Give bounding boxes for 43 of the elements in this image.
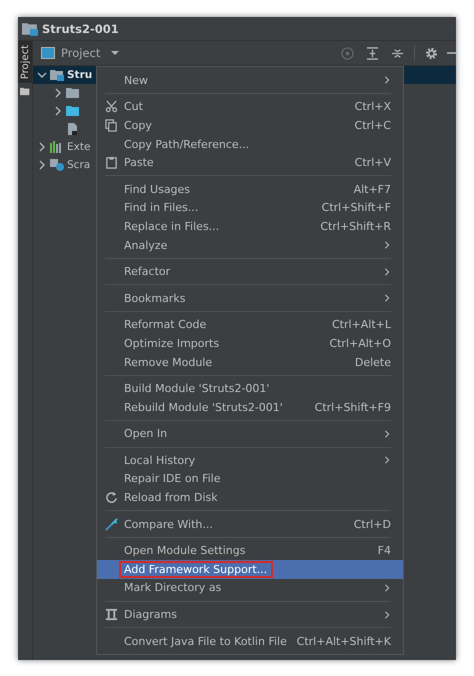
tree-label: Stru: [67, 69, 92, 81]
menu-label: Remove Module: [123, 356, 214, 369]
shortcut-label: Ctrl+Alt+L: [332, 318, 391, 332]
shortcut-label: Ctrl+Alt+Shift+K: [296, 634, 391, 648]
menu-label: Find Usages: [123, 182, 192, 196]
menu-label: Local History: [123, 454, 196, 467]
menu-label: Replace in Files...: [123, 220, 220, 233]
menu-label: Diagrams: [123, 608, 178, 622]
menu-label: Find in Files...: [123, 201, 200, 214]
shortcut-label: F4: [378, 544, 391, 558]
shortcut-label: Ctrl+Alt+O: [329, 336, 391, 350]
menu-label: Optimize Imports: [123, 336, 220, 350]
menu-label: Convert Java File to Kotlin File: [123, 634, 288, 648]
menu-label: Mark Directory as: [123, 581, 222, 594]
shortcut-label: Delete: [354, 356, 391, 369]
menu-label: Analyze: [123, 238, 168, 252]
menu-label: Open In: [123, 427, 168, 440]
menu-label: Copy: [123, 118, 153, 132]
menu-label: Copy Path/Reference...: [123, 138, 250, 151]
shortcut-label: Ctrl+V: [354, 156, 391, 170]
menu-label: Build Module 'Struts2-001': [123, 382, 270, 396]
tree-label: Exte: [67, 141, 90, 153]
shortcut-label: Alt+F7: [354, 182, 391, 196]
shortcut-label: Ctrl+Shift+F: [322, 201, 391, 214]
tree-label: Scra: [67, 159, 90, 171]
menu-label: Compare With...: [123, 518, 214, 531]
menu-label: Paste: [123, 156, 155, 170]
menu-label: Bookmarks: [123, 292, 186, 305]
menu-label: Refactor: [123, 265, 172, 278]
menu-label: Repair IDE on File: [123, 472, 222, 486]
menu-label: Reformat Code: [123, 318, 208, 332]
menu-label: Rebuild Module 'Struts2-001': [123, 400, 284, 414]
menu-label: New: [123, 74, 149, 87]
menu-label: Open Module Settings: [123, 544, 246, 558]
window-title: Struts2-001: [42, 22, 119, 36]
shortcut-label: Ctrl+Shift+R: [320, 220, 391, 233]
shortcut-label: Ctrl+X: [354, 100, 391, 114]
highlighted-label: Add Framework Support...: [121, 562, 272, 576]
shortcut-label: Ctrl+D: [354, 518, 391, 531]
menu-label: Cut: [123, 100, 144, 114]
shortcut-label: Ctrl+Shift+F9: [314, 400, 391, 414]
menu-label: Reload from Disk: [123, 491, 219, 504]
shortcut-label: Ctrl+C: [354, 118, 391, 132]
